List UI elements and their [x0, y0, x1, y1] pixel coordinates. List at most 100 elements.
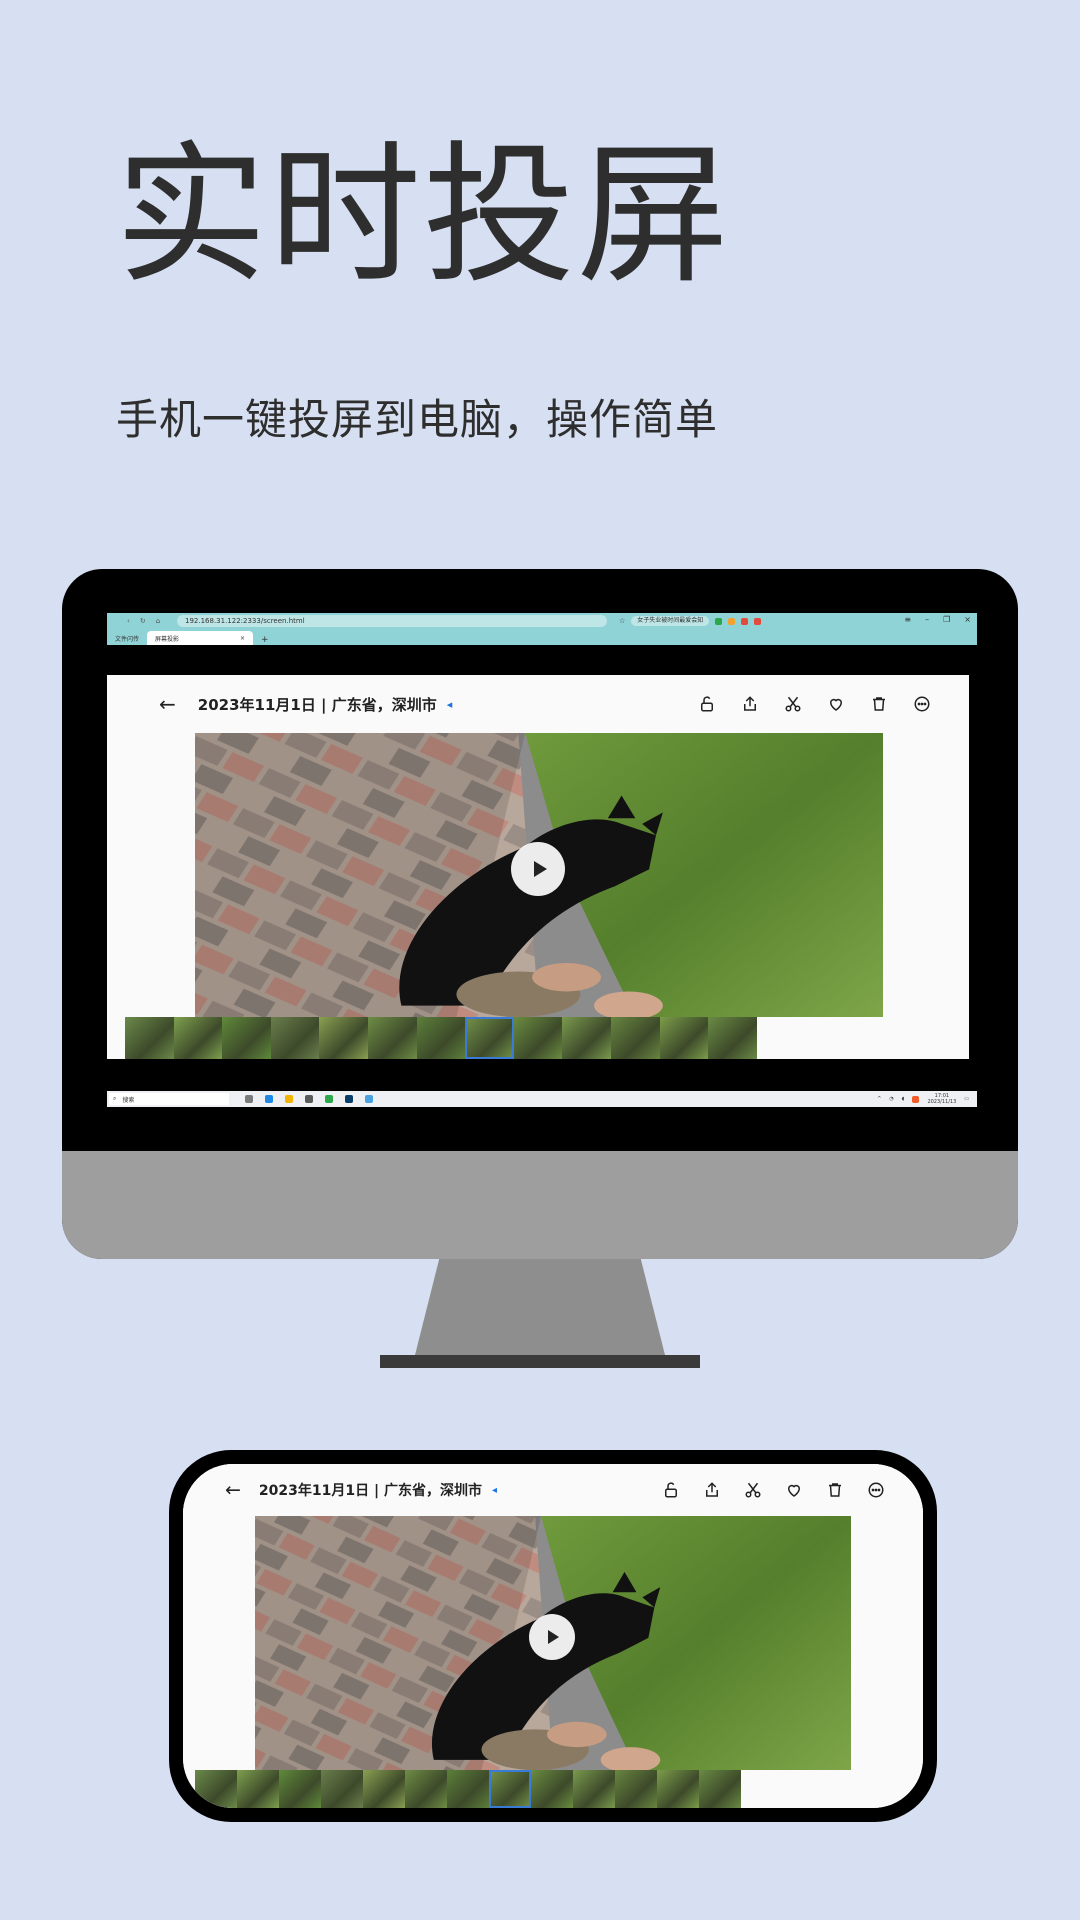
trash-icon[interactable]: [826, 1481, 844, 1499]
photoshop-icon[interactable]: [345, 1095, 353, 1103]
back-nav-icon[interactable]: ‹: [127, 617, 130, 625]
notification-icon[interactable]: ▭: [964, 1096, 969, 1102]
thumbnail[interactable]: [321, 1770, 363, 1808]
projected-photo-viewer: ← 2023年11月1日 | 广东省，深圳市 ◂: [107, 675, 969, 1059]
thumbnail[interactable]: [489, 1770, 531, 1808]
thumbnail[interactable]: [513, 1017, 563, 1059]
restore-icon[interactable]: ❐: [943, 615, 950, 624]
back-arrow-icon[interactable]: ←: [159, 692, 176, 716]
thumbnail[interactable]: [173, 1017, 223, 1059]
reload-icon[interactable]: ↻: [140, 617, 146, 625]
close-icon[interactable]: ×: [964, 615, 971, 624]
location-arrow-icon: ◂: [446, 697, 453, 711]
clock-date: 2023/11/13: [927, 1099, 957, 1105]
unlock-icon[interactable]: [662, 1481, 680, 1499]
play-button[interactable]: [511, 842, 565, 896]
unlock-icon[interactable]: [698, 695, 716, 713]
search-icon: ⌕: [113, 1095, 117, 1102]
monitor-screen: ‹ ↻ ⌂ 192.168.31.122:2333/screen.html ☆ …: [107, 613, 977, 1109]
thumbnail[interactable]: [222, 1017, 271, 1059]
thumbnail[interactable]: [531, 1770, 573, 1808]
volume-icon[interactable]: ◖: [902, 1096, 905, 1102]
thumbnail[interactable]: [279, 1770, 321, 1808]
tray-chevron-icon[interactable]: ^: [877, 1096, 881, 1102]
monitor-chin: [62, 1151, 1018, 1259]
share-icon[interactable]: [741, 695, 759, 713]
address-bar[interactable]: 192.168.31.122:2333/screen.html: [177, 615, 607, 627]
thumbnail[interactable]: [615, 1770, 657, 1808]
thumbnail[interactable]: [363, 1770, 405, 1808]
thumbnail[interactable]: [195, 1770, 237, 1808]
thumbnail[interactable]: [447, 1770, 489, 1808]
phone-screen: ← 2023年11月1日 | 广东省，深圳市 ◂: [183, 1464, 923, 1808]
thumbnail[interactable]: [465, 1017, 514, 1059]
share-icon[interactable]: [703, 1481, 721, 1499]
thumbnail[interactable]: [237, 1770, 279, 1808]
scissors-icon[interactable]: [784, 695, 802, 713]
thumbnail[interactable]: [416, 1017, 466, 1059]
tab-screen-projection[interactable]: 屏幕投影 ×: [147, 631, 254, 645]
viewer-top-bar: ← 2023年11月1日 | 广东省，深圳市 ◂: [183, 1464, 923, 1516]
wechat-icon[interactable]: [325, 1095, 333, 1103]
thumbnail[interactable]: [562, 1017, 612, 1059]
app-icon[interactable]: [365, 1095, 373, 1103]
photo-title: 2023年11月1日 | 广东省，深圳市: [197, 695, 437, 714]
more-icon[interactable]: [913, 695, 931, 713]
play-icon: [548, 1630, 559, 1644]
thumbnail[interactable]: [611, 1017, 660, 1059]
edge-icon[interactable]: [265, 1095, 273, 1103]
thumbnail[interactable]: [659, 1017, 709, 1059]
new-tab-button[interactable]: +: [253, 635, 269, 645]
home-icon[interactable]: ⌂: [156, 617, 160, 625]
thumbnail[interactable]: [699, 1770, 741, 1808]
extension-icon[interactable]: [754, 617, 762, 625]
tab-file-transfer[interactable]: 文件闪传: [107, 631, 147, 645]
play-button[interactable]: [529, 1614, 575, 1660]
viewer-tools: [698, 695, 931, 713]
thumbnail[interactable]: [657, 1770, 699, 1808]
taskbar-apps: [245, 1095, 373, 1103]
taskbar-search[interactable]: ⌕ 搜索: [109, 1093, 229, 1105]
extensions: ☆ 女子失业被时间最爱会知: [619, 616, 762, 626]
thumbnail[interactable]: [573, 1770, 615, 1808]
tab-close-icon[interactable]: ×: [240, 635, 245, 642]
thumbnail[interactable]: [270, 1017, 320, 1059]
bookmark-star-icon[interactable]: ☆: [619, 617, 625, 625]
monitor-stand-base: [380, 1355, 700, 1368]
tab-label: 屏幕投影: [155, 635, 180, 643]
tab-label: 文件闪传: [115, 635, 140, 643]
photo-title: 2023年11月1日 | 广东省，深圳市: [258, 1483, 482, 1499]
tray-app-icon[interactable]: [912, 1095, 920, 1103]
shield-icon[interactable]: [715, 617, 723, 625]
phone: ← 2023年11月1日 | 广东省，深圳市 ◂: [169, 1450, 937, 1822]
taskbar-clock[interactable]: 17:01 2023/11/13: [927, 1093, 956, 1105]
trash-icon[interactable]: [870, 695, 888, 713]
scissors-icon[interactable]: [744, 1481, 762, 1499]
folder-icon[interactable]: [285, 1095, 293, 1103]
browser-toolbar: ‹ ↻ ⌂ 192.168.31.122:2333/screen.html ☆ …: [107, 613, 977, 645]
phone-photo-viewer: ← 2023年11月1日 | 广东省，深圳市 ◂: [183, 1464, 923, 1808]
heart-icon[interactable]: [827, 695, 845, 713]
extension-icon[interactable]: [741, 617, 749, 625]
more-icon[interactable]: [867, 1481, 885, 1499]
heart-icon[interactable]: [785, 1481, 803, 1499]
monitor-body: ‹ ↻ ⌂ 192.168.31.122:2333/screen.html ☆ …: [62, 569, 1018, 1259]
wifi-icon[interactable]: ◔: [889, 1096, 893, 1102]
mail-icon[interactable]: [305, 1095, 313, 1103]
system-tray: ^ ◔ ◖ 17:01 2023/11/13 ▭: [877, 1093, 977, 1105]
thumbnail[interactable]: [125, 1017, 174, 1059]
windows-taskbar: ⌕ 搜索 ^ ◔ ◖ 17:01 2023/11/13 ▭: [107, 1091, 977, 1107]
thumbnail[interactable]: [405, 1770, 447, 1808]
nav-buttons: ‹ ↻ ⌂: [107, 617, 177, 625]
thumbnail[interactable]: [368, 1017, 417, 1059]
minimize-icon[interactable]: –: [925, 615, 929, 624]
window-controls: ≡ – ❐ ×: [904, 615, 971, 624]
back-arrow-icon[interactable]: ←: [225, 1479, 241, 1501]
thumbnail[interactable]: [319, 1017, 369, 1059]
task-view-icon[interactable]: [245, 1095, 253, 1103]
thumbnail[interactable]: [708, 1017, 757, 1059]
news-chip[interactable]: 女子失业被时间最爱会知: [631, 616, 710, 626]
subheadline: 手机一键投屏到电脑，操作简单: [116, 395, 719, 444]
extension-icon[interactable]: [728, 617, 736, 625]
menu-icon[interactable]: ≡: [904, 615, 911, 624]
